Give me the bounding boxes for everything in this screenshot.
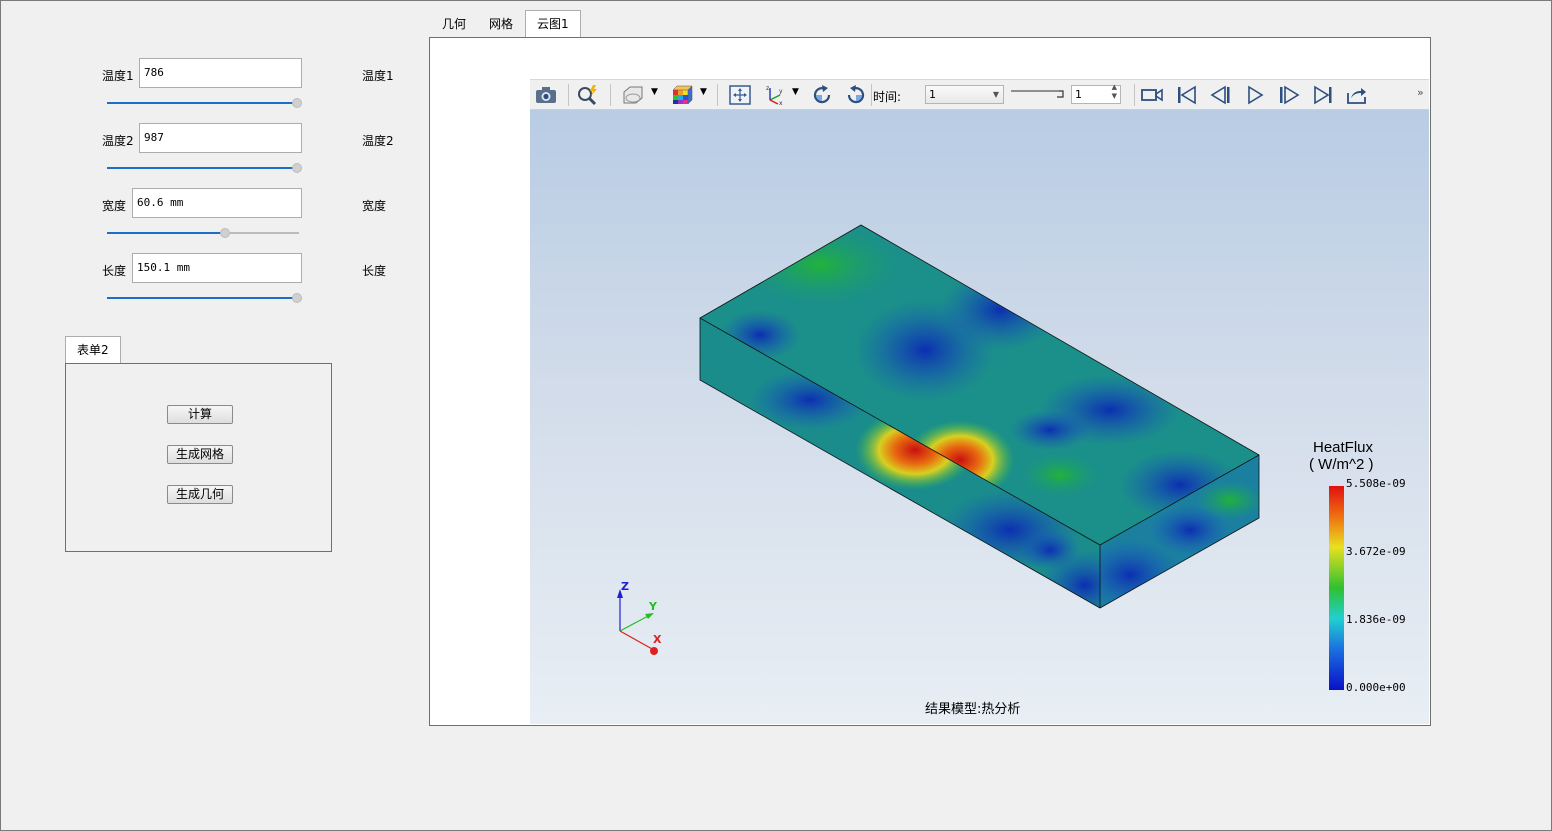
first-frame-icon[interactable] — [1175, 84, 1199, 106]
chevron-down-icon[interactable]: ▼ — [700, 87, 707, 97]
toolbar-separator — [568, 84, 569, 106]
tab-mesh[interactable]: 网格 — [477, 10, 525, 38]
legend-unit: ( W/m^2 ) — [1309, 456, 1374, 473]
time-spinbox[interactable]: 1 ▲ ▼ — [1071, 83, 1121, 104]
length-right-label: 长度 — [362, 264, 387, 278]
clip-icon[interactable] — [620, 84, 644, 106]
slider-fill — [107, 232, 225, 234]
generate-geometry-button[interactable]: 生成几何 — [167, 485, 233, 504]
temp1-right-label: 温度1 — [362, 69, 394, 83]
spin-arrows-icon[interactable]: ▲ ▼ — [1112, 83, 1117, 101]
zoom-icon[interactable] — [576, 84, 600, 106]
toolbar-separator — [1134, 84, 1135, 106]
time-label: 时间: — [873, 90, 902, 104]
result-model-caption: 结果模型:热分析 — [925, 702, 1021, 717]
temp2-right-label: 温度2 — [362, 134, 394, 148]
length-slider[interactable] — [107, 292, 302, 304]
rotate-ccw-icon[interactable] — [844, 84, 868, 106]
record-icon[interactable] — [1140, 84, 1164, 106]
compute-button[interactable]: 计算 — [167, 405, 233, 424]
tab-geometry[interactable]: 几何 — [430, 10, 478, 38]
time-select-value: 1 — [929, 88, 936, 101]
tab-contour1[interactable]: 云图1 — [525, 10, 581, 38]
axis-z-label: Z — [621, 580, 629, 593]
legend-mid-low: 1.836e-09 — [1346, 613, 1406, 626]
svg-text:x: x — [779, 100, 783, 106]
svg-text:z: z — [766, 85, 769, 92]
next-frame-icon[interactable] — [1277, 84, 1301, 106]
legend-mid-high: 3.672e-09 — [1346, 545, 1406, 558]
chevron-down-icon[interactable]: ▼ — [651, 87, 658, 97]
view-toolbar: ▼ ▼ z y x ▼ 时间: 1 ▼ 1 ▲ ▼ » — [530, 79, 1429, 110]
toolbar-separator — [717, 84, 718, 106]
temp1-slider[interactable] — [107, 97, 302, 109]
toolbar-separator — [871, 84, 872, 106]
time-select[interactable]: 1 ▼ — [925, 85, 1004, 104]
axis-triad — [617, 589, 658, 655]
legend-max: 5.508e-09 — [1346, 477, 1406, 490]
width-label: 宽度 — [102, 199, 127, 213]
slider-fill — [107, 297, 297, 299]
slider-handle[interactable] — [292, 163, 302, 173]
slider-handle[interactable] — [292, 98, 302, 108]
legend-title: HeatFlux — [1313, 439, 1374, 456]
rotate-cw-icon[interactable] — [810, 84, 834, 106]
legend-min: 0.000e+00 — [1346, 681, 1406, 694]
fit-view-icon[interactable] — [728, 84, 752, 106]
form2-panel: 计算 生成网格 生成几何 — [65, 363, 332, 552]
export-icon[interactable] — [1345, 84, 1369, 106]
prev-frame-icon[interactable] — [1209, 84, 1233, 106]
svg-text:y: y — [779, 88, 783, 95]
camera-icon[interactable] — [534, 84, 558, 106]
slider-fill — [107, 167, 297, 169]
time-spinbox-value: 1 — [1075, 88, 1082, 101]
time-slider[interactable] — [1011, 87, 1069, 101]
temp2-slider[interactable] — [107, 162, 302, 174]
axis-icon[interactable]: z y x — [762, 84, 786, 106]
width-input[interactable]: 60.6 mm — [132, 188, 302, 218]
play-icon[interactable] — [1243, 84, 1267, 106]
last-frame-icon[interactable] — [1311, 84, 1335, 106]
chevron-down-icon: ▼ — [992, 90, 999, 99]
generate-mesh-button[interactable]: 生成网格 — [167, 445, 233, 464]
toolbar-overflow-icon[interactable]: » — [1417, 86, 1424, 99]
length-label: 长度 — [102, 264, 127, 278]
toolbar-separator — [610, 84, 611, 106]
color-cube-icon[interactable] — [670, 84, 694, 106]
slider-handle[interactable] — [219, 228, 230, 238]
length-input[interactable]: 150.1 mm — [132, 253, 302, 283]
temp2-label: 温度2 — [102, 134, 134, 148]
contour-model — [617, 224, 1260, 655]
width-right-label: 宽度 — [362, 199, 387, 213]
slider-fill — [107, 102, 297, 104]
width-slider[interactable] — [107, 227, 299, 239]
axis-y-label: Y — [649, 600, 657, 613]
axis-x-label: X — [653, 633, 662, 646]
temp1-input[interactable]: 786 — [139, 58, 302, 88]
chevron-down-icon[interactable]: ▼ — [792, 87, 799, 97]
legend-colorbar — [1329, 486, 1344, 690]
slider-handle[interactable] — [292, 293, 302, 303]
temp2-input[interactable]: 987 — [139, 123, 302, 153]
3d-viewport[interactable]: Z Y X HeatFlux ( W/m^2 ) 5.508e-09 3.672… — [530, 110, 1429, 724]
tab-form2[interactable]: 表单2 — [65, 336, 121, 364]
temp1-label: 温度1 — [102, 69, 134, 83]
